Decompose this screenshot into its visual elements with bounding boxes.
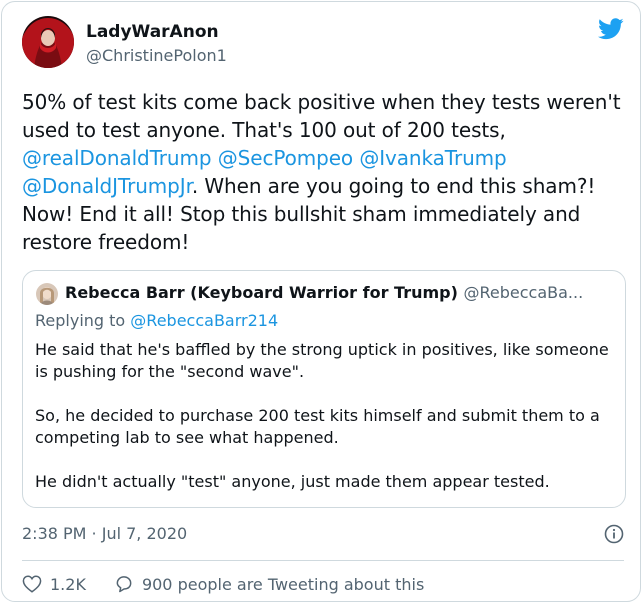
twitter-bird-icon[interactable] (598, 18, 624, 40)
replying-to-handle[interactable]: @RebeccaBarr214 (130, 311, 278, 330)
comment-icon[interactable] (114, 574, 134, 594)
quoted-paragraph: He said that he's baffled by the strong … (35, 340, 609, 381)
mention-link[interactable]: @IvankaTrump (359, 146, 506, 170)
mention-link[interactable]: @DonaldJTrumpJr (22, 174, 192, 198)
quoted-paragraph: He didn't actually "test" anyone, just m… (35, 472, 550, 491)
mention-link[interactable]: @realDonaldTrump (22, 146, 212, 170)
quoted-display-name[interactable]: Rebecca Barr (Keyboard Warrior for Trump… (65, 283, 458, 302)
like-action[interactable]: 1.2K (22, 575, 86, 594)
info-icon[interactable] (604, 524, 624, 544)
tweet-text-segment: 50% of test kits come back positive when… (22, 90, 621, 142)
mention-link[interactable]: @SecPompeo (218, 146, 353, 170)
like-count: 1.2K (50, 574, 86, 594)
action-bar: 1.2K 900 people are Tweeting about this (22, 572, 452, 596)
quoted-author-line[interactable]: Rebecca Barr (Keyboard Warrior for Trump… (65, 283, 583, 302)
quoted-paragraph: So, he decided to purchase 200 test kits… (35, 406, 600, 447)
replying-prefix: Replying to (35, 311, 131, 330)
quoted-author-avatar[interactable] (36, 283, 58, 305)
replying-to-line: Replying to @RebeccaBarr214 (35, 311, 278, 330)
divider (22, 560, 624, 561)
people-tweeting-text[interactable]: 900 people are Tweeting about this (142, 575, 424, 594)
tweet-text: 50% of test kits come back positive when… (22, 88, 628, 256)
conversation-action[interactable]: 900 people are Tweeting about this (114, 574, 424, 594)
quoted-handle[interactable]: @RebeccaBa... (463, 283, 583, 302)
heart-icon[interactable] (22, 575, 42, 593)
quoted-tweet-body: He said that he's baffled by the strong … (35, 339, 615, 507)
tweet-timestamp[interactable]: 2:38 PM · Jul 7, 2020 (22, 524, 187, 543)
quoted-tweet[interactable]: Rebecca Barr (Keyboard Warrior for Trump… (22, 270, 626, 508)
author-display-name[interactable]: LadyWarAnon (86, 22, 219, 42)
author-handle[interactable]: @ChristinePolon1 (86, 46, 227, 65)
author-avatar[interactable] (22, 16, 74, 68)
tweet-card: LadyWarAnon @ChristinePolon1 50% of test… (1, 1, 641, 602)
